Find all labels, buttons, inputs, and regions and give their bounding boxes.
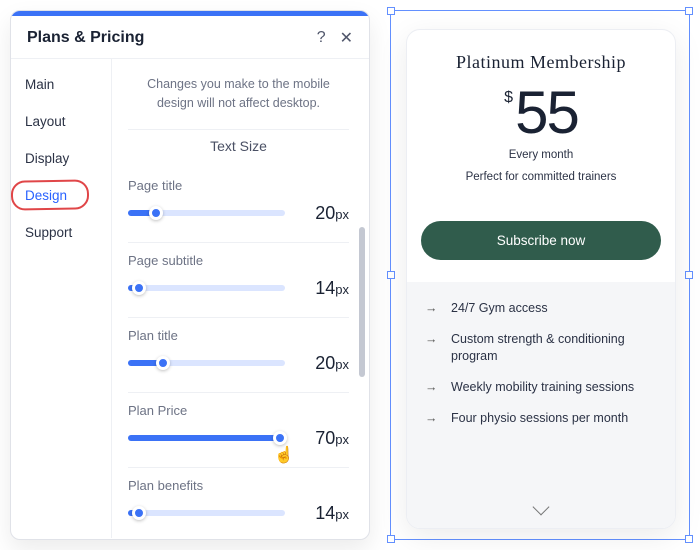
feature-text: 24/7 Gym access: [451, 300, 548, 317]
slider-label: Page title: [128, 178, 349, 193]
selection-handle[interactable]: [387, 7, 395, 15]
feature-text: Custom strength & conditioning program: [451, 331, 657, 365]
text-size-row: Page title 20px: [128, 168, 349, 243]
feature-item: → Weekly mobility training sessions: [425, 379, 657, 396]
text-size-slider[interactable]: [128, 285, 285, 291]
sidebar-item-display[interactable]: Display: [17, 147, 77, 170]
selection-handle[interactable]: [685, 271, 693, 279]
arrow-right-icon: →: [425, 410, 439, 427]
sidebar-item-support[interactable]: Support: [17, 221, 80, 244]
feature-item: → Four physio sessions per month: [425, 410, 657, 427]
sidebar-item-main[interactable]: Main: [17, 73, 62, 96]
selection-handle[interactable]: [685, 535, 693, 543]
slider-value: 14px: [303, 503, 349, 524]
slider-value: 20px: [303, 353, 349, 374]
slider-label: Plan Price: [128, 403, 349, 418]
text-size-row: Plan Price ☝ 70px: [128, 393, 349, 468]
slider-label: Plan title: [128, 328, 349, 343]
expand-button[interactable]: [407, 494, 675, 528]
arrow-right-icon: →: [425, 300, 439, 317]
feature-text: Four physio sessions per month: [451, 410, 628, 427]
feature-item: → 24/7 Gym access: [425, 300, 657, 317]
pricing-card: Platinum Membership $ 55 Every month Per…: [406, 29, 676, 529]
panel-sidebar: Main Layout Display Design Support: [11, 59, 111, 538]
settings-panel: Plans & Pricing ? ✕ Main Layout Display …: [10, 10, 370, 540]
billing-period: Every month: [425, 149, 657, 161]
arrow-right-icon: →: [425, 331, 439, 365]
feature-item: → Custom strength & conditioning program: [425, 331, 657, 365]
currency-symbol: $: [504, 89, 513, 107]
close-icon[interactable]: ✕: [340, 28, 353, 48]
scrollbar-thumb[interactable]: [359, 227, 365, 377]
selection-handle[interactable]: [387, 271, 395, 279]
info-text: Changes you make to the mobile design wi…: [128, 71, 349, 130]
panel-title: Plans & Pricing: [27, 29, 144, 47]
slider-value: 70px: [303, 428, 349, 449]
panel-header: Plans & Pricing ? ✕: [11, 16, 369, 59]
slider-label: Plan benefits: [128, 478, 349, 493]
preview-selection-frame[interactable]: Platinum Membership $ 55 Every month Per…: [390, 10, 690, 540]
text-size-slider[interactable]: [128, 210, 285, 216]
text-size-slider[interactable]: ☝: [128, 435, 285, 441]
plan-title: Platinum Membership: [425, 52, 657, 73]
feature-text: Weekly mobility training sessions: [451, 379, 634, 396]
text-size-slider[interactable]: [128, 360, 285, 366]
price-value: 55: [515, 83, 578, 143]
text-size-row: Plan title 20px: [128, 318, 349, 393]
features-list: → 24/7 Gym access → Custom strength & condi…: [407, 282, 675, 494]
scrollbar[interactable]: [359, 67, 365, 497]
section-title: Text Size: [128, 138, 349, 154]
subscribe-button[interactable]: Subscribe now: [421, 221, 661, 260]
panel-content: Changes you make to the mobile design wi…: [111, 59, 369, 538]
slider-label: Page subtitle: [128, 253, 349, 268]
sidebar-item-layout[interactable]: Layout: [17, 110, 74, 133]
selection-handle[interactable]: [685, 7, 693, 15]
selection-handle[interactable]: [387, 535, 395, 543]
chevron-down-icon: [533, 499, 550, 516]
arrow-right-icon: →: [425, 379, 439, 396]
help-icon[interactable]: ?: [317, 29, 326, 47]
slider-value: 20px: [303, 203, 349, 224]
text-size-row: Plan benefits 14px: [128, 468, 349, 539]
cursor-hand-icon: ☝: [274, 445, 294, 465]
plan-tagline: Perfect for committed trainers: [425, 171, 657, 183]
slider-value: 14px: [303, 278, 349, 299]
sidebar-item-design[interactable]: Design: [17, 184, 75, 207]
text-size-slider[interactable]: [128, 510, 285, 516]
text-size-row: Page subtitle 14px: [128, 243, 349, 318]
plan-price: $ 55: [425, 83, 657, 143]
